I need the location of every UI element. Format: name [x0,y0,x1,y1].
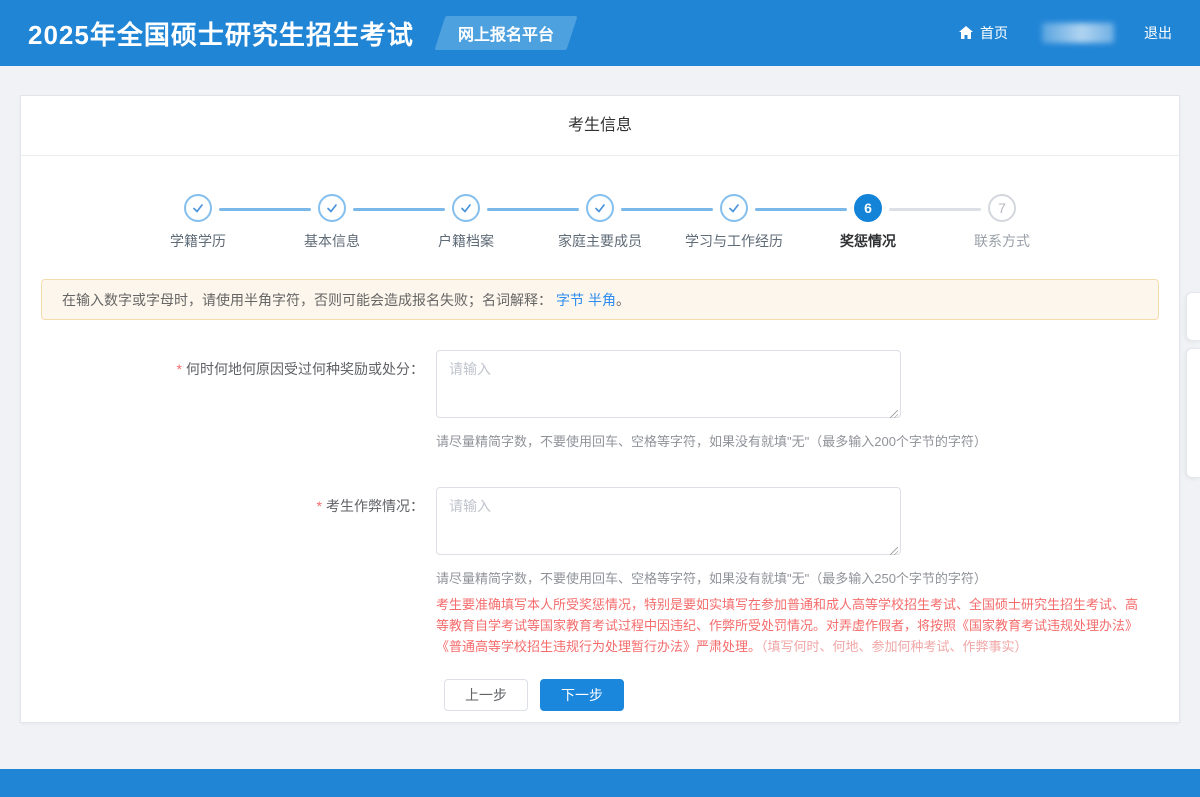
step-xuexi-gongzuo[interactable]: 学习与工作经历 [667,194,801,251]
check-icon [727,201,741,215]
required-asterisk: * [317,498,322,514]
warning-note: （填写何时、何地、参加何种考试、作弊事实） [761,639,1028,654]
link-halfwidth[interactable]: 半角 [588,290,616,310]
next-step-button[interactable]: 下一步 [540,679,624,711]
step-number: 6 [864,200,872,216]
header-nav: 首页 退出 [958,23,1172,43]
step-huji-dangan[interactable]: 户籍档案 [399,194,533,251]
step-circle-done [586,194,614,222]
home-icon [958,25,974,41]
step-label: 学习与工作经历 [685,231,783,251]
check-icon [325,201,339,215]
check-icon [593,201,607,215]
textarea-wrapper [436,350,901,423]
page-title: 考生信息 [21,96,1179,156]
textarea-wrapper [436,487,901,560]
step-lianxi-fangshi[interactable]: 7 联系方式 [935,194,1069,251]
app-header: 2025年全国硕士研究生招生考试 网上报名平台 首页 退出 [0,0,1200,66]
step-jiangcheng-qingkuang[interactable]: 6 奖惩情况 [801,194,935,251]
step-circle-done [184,194,212,222]
halfwidth-notice: 在输入数字或字母时，请使用半角字符，否则可能会造成报名失败；名词解释： 字节 半… [41,279,1159,320]
reward-helper-text: 请尽量精简字数，不要使用回车、空格等字符，如果没有就填"无"（最多输入200个字… [436,432,1148,451]
floating-side-widget-bottom[interactable] [1186,348,1200,478]
cheating-field-label: 考生作弊情况： [326,498,424,514]
app-title: 2025年全国硕士研究生招生考试 [28,15,414,52]
platform-badge-label: 网上报名平台 [458,21,554,45]
field-label: *考生作弊情况： [21,487,436,657]
field-label: *何时何地何原因受过何种奖励或处分： [21,350,436,451]
footer-bar [0,769,1200,797]
logout-button[interactable]: 退出 [1144,23,1172,43]
cheating-warning-text: 考生要准确填写本人所受奖惩情况，特别是要如实填写在参加普通和成人高等学校招生考试… [436,594,1148,657]
notice-suffix: 。 [616,290,630,310]
prev-step-button[interactable]: 上一步 [444,679,528,711]
step-label: 联系方式 [974,231,1030,251]
form-buttons: 上一步 下一步 [21,679,1179,711]
step-number: 7 [998,200,1006,216]
link-byte[interactable]: 字节 [556,290,584,310]
step-label: 家庭主要成员 [558,231,642,251]
step-circle-done [318,194,346,222]
required-asterisk: * [177,361,182,377]
notice-text: 在输入数字或字母时，请使用半角字符，否则可能会造成报名失败；名词解释： [62,290,552,310]
stepper: 学籍学历 基本信息 户籍档案 家庭主要成员 学习与工作经历 [21,194,1179,251]
step-label: 奖惩情况 [840,231,896,251]
step-circle-active: 6 [854,194,882,222]
reward-field-label: 何时何地何原因受过何种奖励或处分： [186,361,424,377]
cheating-textarea[interactable] [436,487,901,555]
step-label: 户籍档案 [438,231,494,251]
platform-badge: 网上报名平台 [434,16,577,50]
reward-textarea[interactable] [436,350,901,418]
step-xueji-xueli[interactable]: 学籍学历 [131,194,265,251]
user-name-blurred[interactable] [1042,23,1114,43]
step-jiating-chengyuan[interactable]: 家庭主要成员 [533,194,667,251]
step-label: 学籍学历 [170,231,226,251]
step-circle-done [720,194,748,222]
field-control: 请尽量精简字数，不要使用回车、空格等字符，如果没有就填"无"（最多输入200个字… [436,350,1148,451]
check-icon [459,201,473,215]
candidate-info-card: 考生信息 学籍学历 基本信息 户籍档案 家庭主要成员 [20,95,1180,723]
step-jiben-xinxi[interactable]: 基本信息 [265,194,399,251]
check-icon [191,201,205,215]
form-row-reward: *何时何地何原因受过何种奖励或处分： 请尽量精简字数，不要使用回车、空格等字符，… [21,350,1179,451]
floating-side-widget-top[interactable] [1186,292,1200,341]
form-row-cheating: *考生作弊情况： 请尽量精简字数，不要使用回车、空格等字符，如果没有就填"无"（… [21,487,1179,657]
step-circle-upcoming: 7 [988,194,1016,222]
nav-home-label: 首页 [980,23,1008,43]
reward-punishment-form: *何时何地何原因受过何种奖励或处分： 请尽量精简字数，不要使用回车、空格等字符，… [21,350,1179,711]
field-control: 请尽量精简字数，不要使用回车、空格等字符，如果没有就填"无"（最多输入250个字… [436,487,1148,657]
cheating-helper-text: 请尽量精简字数，不要使用回车、空格等字符，如果没有就填"无"（最多输入250个字… [436,569,1148,588]
step-circle-done [452,194,480,222]
nav-home[interactable]: 首页 [958,23,1008,43]
step-label: 基本信息 [304,231,360,251]
